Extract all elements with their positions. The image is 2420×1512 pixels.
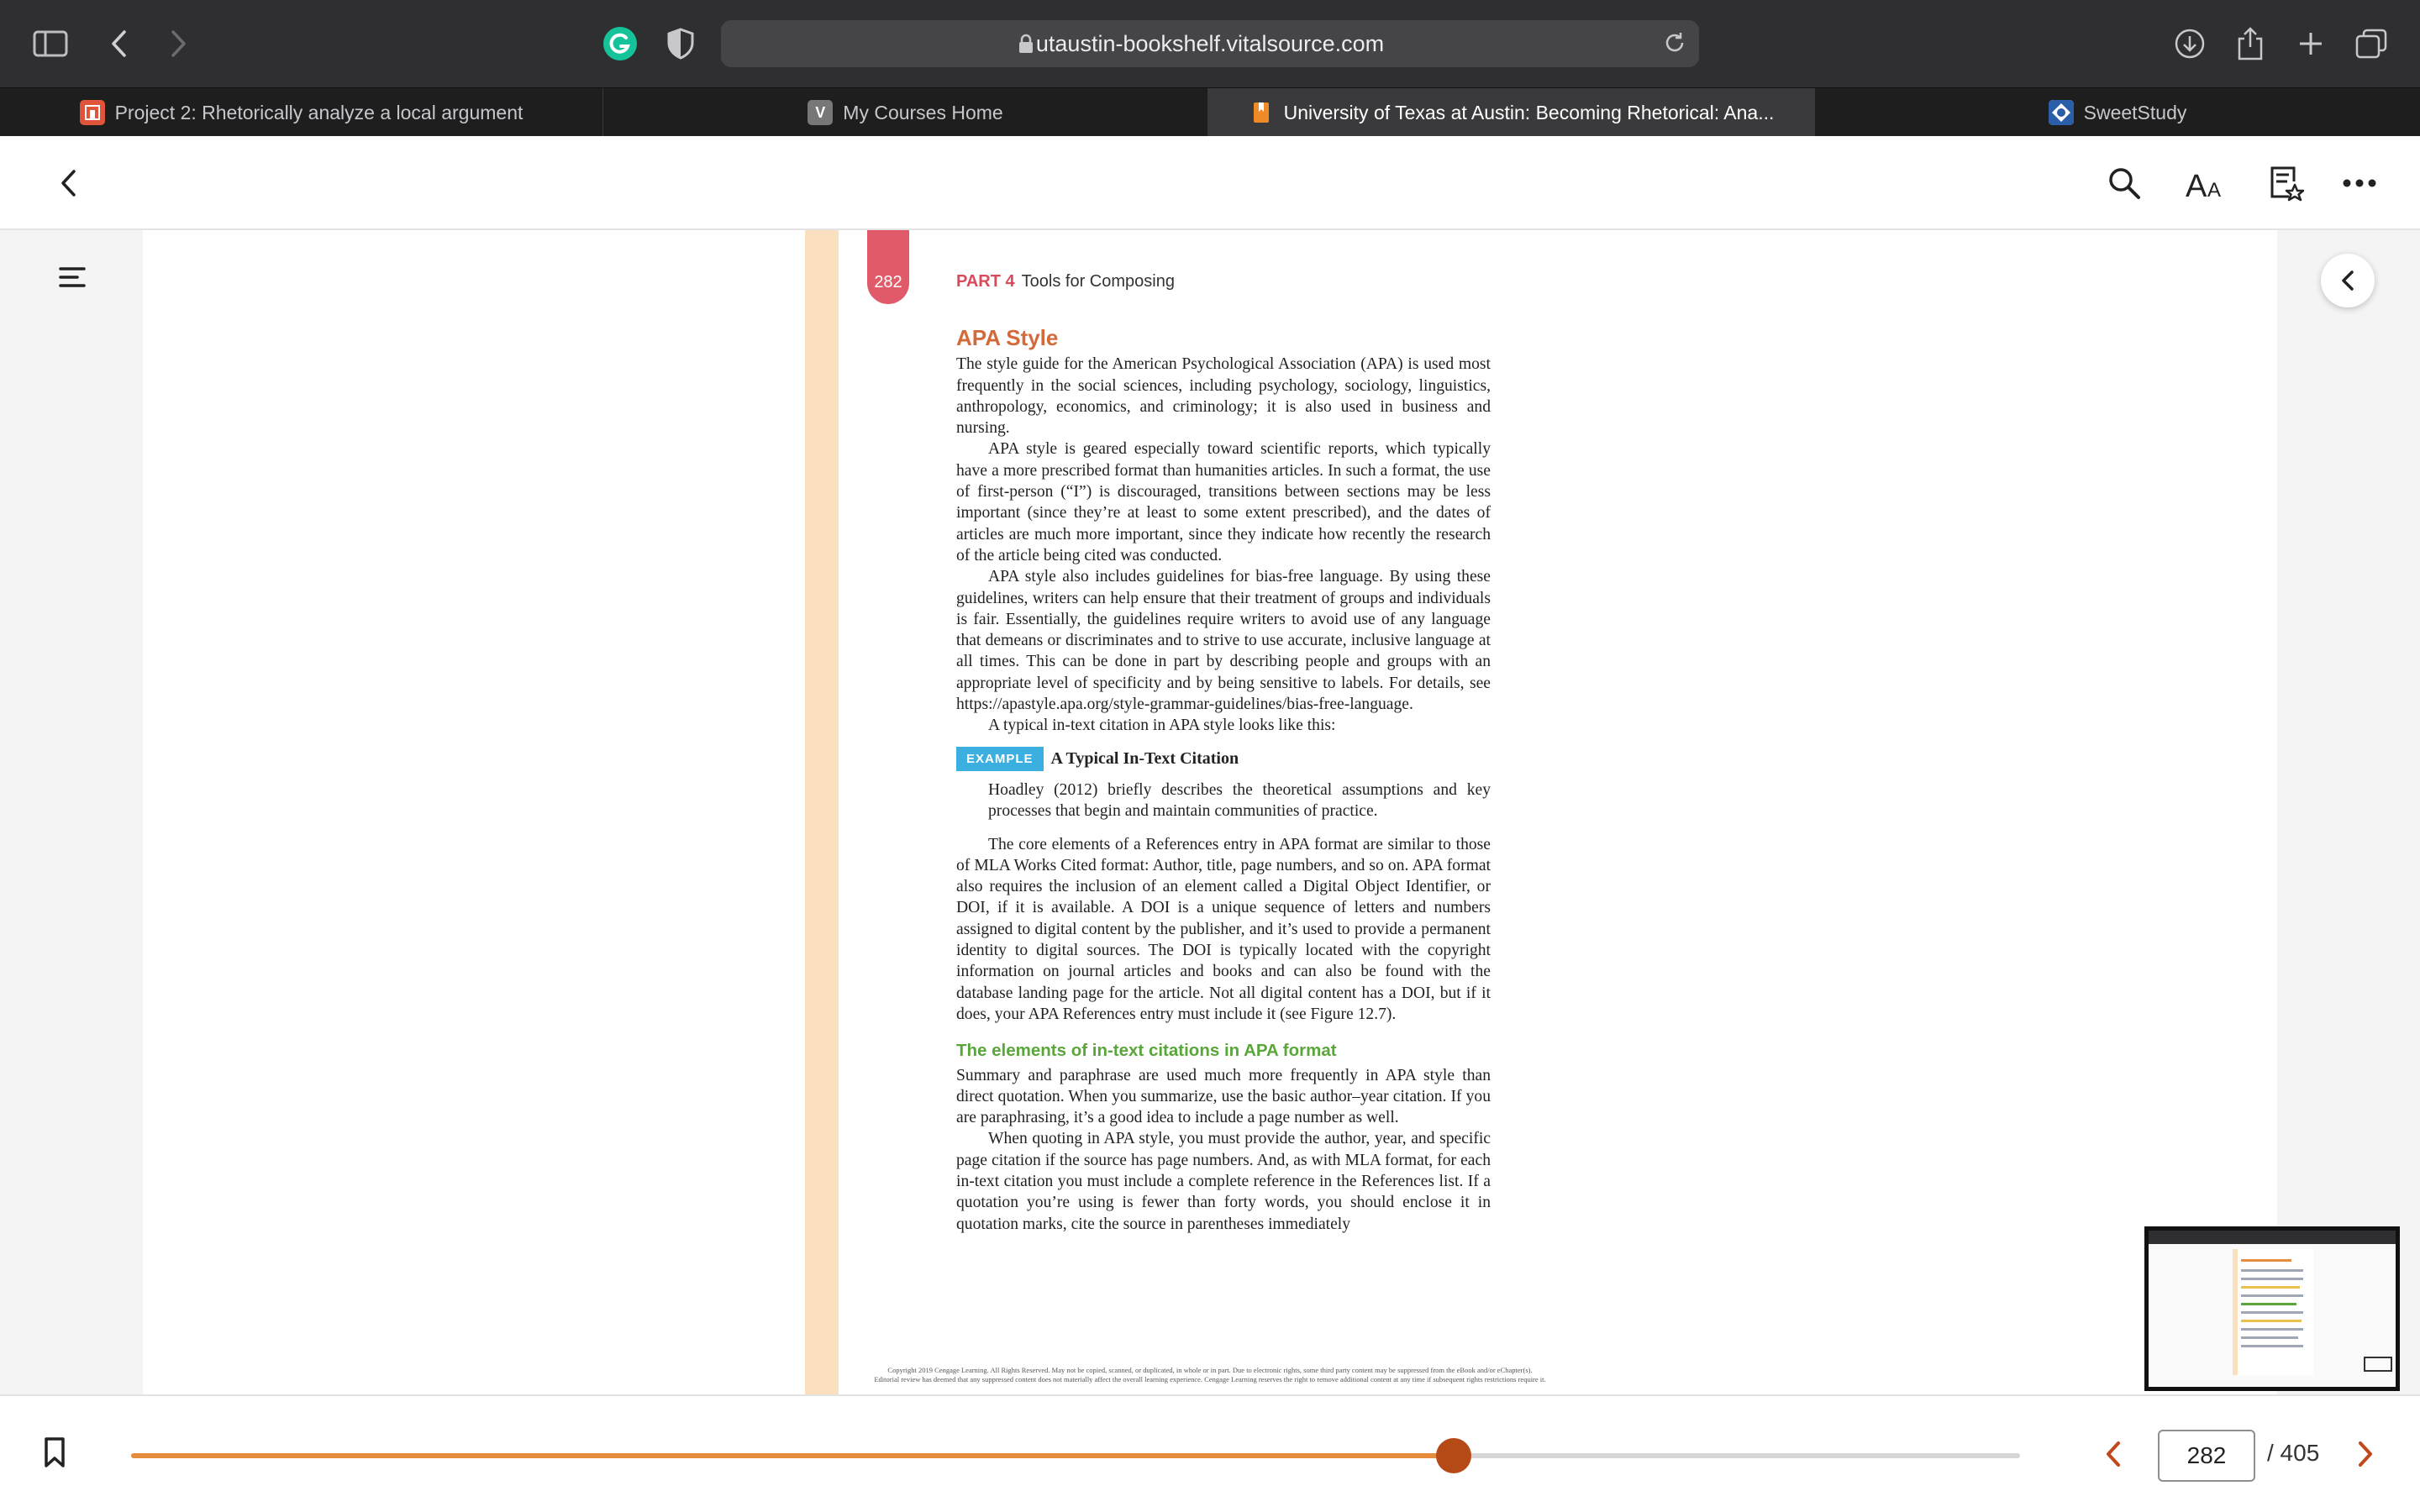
forward-nav-icon[interactable] xyxy=(153,18,203,69)
svg-text:A: A xyxy=(2207,179,2221,200)
thumbnail-line xyxy=(2241,1259,2291,1262)
address-bar[interactable]: utaustin-bookshelf.vitalsource.com xyxy=(721,20,1699,67)
browser-toolbar: utaustin-bookshelf.vitalsource.com xyxy=(0,0,2420,87)
page-number-input[interactable] xyxy=(2158,1430,2255,1482)
paragraph: A typical in-text citation in APA style … xyxy=(988,717,1336,735)
next-page-chevron-icon[interactable] xyxy=(2344,1433,2386,1475)
tab-bar: Project 2: Rhetorically analyze a local … xyxy=(0,87,2420,137)
downloads-icon[interactable] xyxy=(2165,18,2215,69)
thumbnail-line xyxy=(2241,1336,2298,1339)
thumbnail-line xyxy=(2241,1328,2303,1331)
example-citation: Hoadley (2012) briefly describes the the… xyxy=(988,780,1491,821)
example-title: A Typical In-Text Citation xyxy=(1050,748,1239,768)
reader-content: 282 PART 4 Tools for Composing APA Style … xyxy=(0,230,2420,1394)
browser-tab-project[interactable]: Project 2: Rhetorically analyze a local … xyxy=(0,88,603,137)
slider-thumb[interactable] xyxy=(1435,1438,1471,1473)
grammarly-extension-icon[interactable] xyxy=(595,18,645,69)
sweetstudy-icon xyxy=(2048,100,2074,125)
search-icon[interactable] xyxy=(2101,160,2148,207)
paragraph: When quoting in APA style, you must prov… xyxy=(956,1130,1491,1233)
v-logo-icon: V xyxy=(808,100,834,125)
sidebar-toggle-icon[interactable] xyxy=(25,18,76,69)
section-heading: APA Style xyxy=(956,325,1059,350)
page-number-tab: 282 xyxy=(867,230,909,304)
running-head-part: PART 4 xyxy=(956,272,1015,291)
thumbnail-viewport-frame xyxy=(2364,1357,2392,1372)
copyright-line: Copyright 2019 Cengage Learning. All Rig… xyxy=(887,1366,1533,1374)
thumbnail-line xyxy=(2241,1303,2296,1305)
previous-page-chevron-icon[interactable] xyxy=(2092,1433,2134,1475)
paragraph: The style guide for the American Psychol… xyxy=(956,355,1491,438)
running-head: PART 4 Tools for Composing xyxy=(956,272,1175,291)
thumbnail-line xyxy=(2241,1269,2303,1272)
text-size-icon[interactable]: AA xyxy=(2181,160,2228,207)
tab-overview-icon[interactable] xyxy=(2346,18,2396,69)
collapse-panel-chevron-icon[interactable] xyxy=(2321,254,2375,307)
thumbnail-toolbar xyxy=(2149,1231,2396,1244)
page-navigation-bar: / 405 xyxy=(0,1394,2420,1512)
thumbnail-line xyxy=(2241,1311,2303,1314)
table-of-contents-menu-icon[interactable] xyxy=(50,255,94,299)
share-icon[interactable] xyxy=(2225,18,2275,69)
svg-text:A: A xyxy=(2186,169,2207,200)
paragraph: The core elements of a References entry … xyxy=(956,835,1491,1023)
page-text-column: APA Style The style guide for the Americ… xyxy=(956,325,1491,1235)
example-badge: EXAMPLE xyxy=(956,746,1044,771)
tab-label: My Courses Home xyxy=(843,101,1003,123)
tab-label: Project 2: Rhetorically analyze a local … xyxy=(114,101,523,123)
thumbnail-line xyxy=(2241,1320,2302,1322)
tab-label: SweetStudy xyxy=(2083,101,2187,123)
browser-tab-sweetstudy[interactable]: SweetStudy xyxy=(1815,88,2420,137)
total-pages-label: / 405 xyxy=(2267,1440,2320,1466)
paragraph: Summary and paraphrase are used much mor… xyxy=(956,1066,1491,1127)
thumbnail-line xyxy=(2241,1286,2300,1289)
page-thumbnail-preview[interactable] xyxy=(2144,1226,2400,1391)
copyright-line: Editorial review has deemed that any sup… xyxy=(874,1375,1546,1383)
reload-icon[interactable] xyxy=(1662,30,1687,60)
canvas-icon xyxy=(79,100,105,125)
thumbnail-line xyxy=(2241,1345,2303,1347)
back-arrow-icon[interactable] xyxy=(45,160,92,207)
reader-header: AA xyxy=(0,136,2420,230)
privacy-shield-icon[interactable] xyxy=(655,18,706,69)
browser-tab-my-courses[interactable]: V My Courses Home xyxy=(603,88,1208,137)
page-progress-slider[interactable] xyxy=(131,1438,2020,1473)
thumbnail-line xyxy=(2241,1278,2303,1280)
notes-highlights-icon[interactable] xyxy=(2262,160,2309,207)
subsection-heading: The elements of in-text citations in APA… xyxy=(956,1041,1337,1061)
thumbnail-line xyxy=(2241,1294,2303,1297)
paragraph: APA style is geared especially toward sc… xyxy=(956,440,1491,564)
browser-tab-textbook[interactable]: University of Texas at Austin: Becoming … xyxy=(1208,88,1815,137)
page-margin-stripe xyxy=(805,230,839,1394)
running-head-title: Tools for Composing xyxy=(1021,272,1175,291)
bookmark-icon xyxy=(1249,100,1274,125)
lock-icon xyxy=(1018,34,1034,58)
copyright-notice: Copyright 2019 Cengage Learning. All Rig… xyxy=(832,1366,1588,1384)
url-text: utaustin-bookshelf.vitalsource.com xyxy=(1035,30,1385,56)
new-tab-plus-icon[interactable] xyxy=(2286,18,2336,69)
slider-fill xyxy=(131,1453,1454,1458)
back-nav-icon[interactable] xyxy=(94,18,145,69)
tab-label: University of Texas at Austin: Becoming … xyxy=(1283,101,1775,123)
example-header: EXAMPLE A Typical In-Text Citation xyxy=(956,746,1491,771)
more-options-icon[interactable] xyxy=(2336,160,2383,207)
paragraph: APA style also includes guidelines for b… xyxy=(956,568,1491,714)
bookmark-icon[interactable] xyxy=(34,1431,76,1473)
